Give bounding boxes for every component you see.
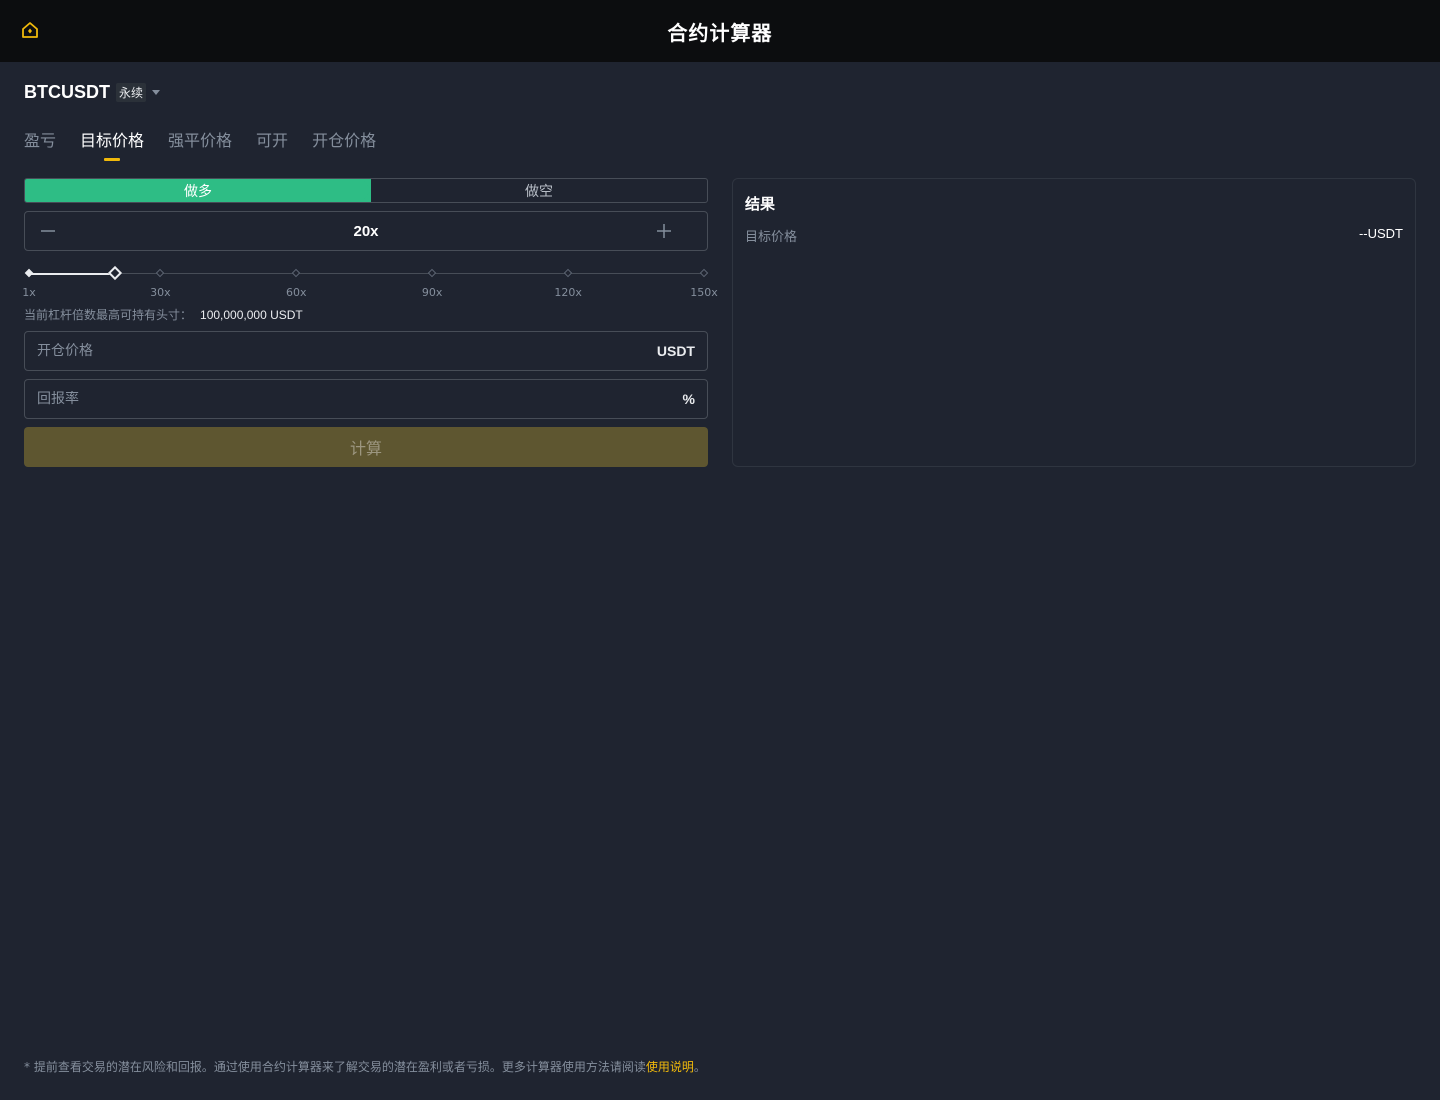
slider-tick[interactable] [156,268,165,278]
result-panel: 结果 目标价格 --USDT [732,178,1416,467]
long-button[interactable]: 做多 [25,179,371,202]
side-toggle: 做多 做空 [24,178,708,203]
contract-type-badge: 永续 [116,82,147,102]
leverage-stepper: 20x [24,211,708,251]
slider-tick-label: 120x [554,286,582,299]
tab-liquidation-price[interactable]: 强平价格 [168,128,232,164]
symbol-selector[interactable]: BTCUSDT 永续 [24,80,161,104]
slider-tick-label: 1x [22,286,36,299]
roe-unit: % [682,391,695,407]
slider-tick[interactable] [699,268,709,278]
slider-tick[interactable] [427,268,437,278]
long-button-arrow [362,179,371,202]
calculate-button[interactable]: 计算 [24,427,708,467]
slider-thumb[interactable] [107,265,123,281]
result-label: 目标价格 [745,230,798,245]
plus-icon[interactable] [655,222,673,240]
roe-field: % [24,379,708,419]
disclaimer-suffix: 。 [693,1060,706,1074]
roe-input[interactable] [37,391,683,407]
result-title: 结果 [745,195,776,213]
symbol-name[interactable]: BTCUSDT [24,82,110,103]
slider-tick[interactable] [292,268,301,278]
slider-tick-label: 60x [286,286,307,299]
max-position-label: 当前杠杆倍数最高可持有头寸： [24,308,193,322]
leverage-value[interactable]: 20x [353,223,378,240]
home-icon[interactable] [20,20,40,40]
slider-tick[interactable] [563,268,573,278]
tab-target-price[interactable]: 目标价格 [80,128,144,164]
max-position-info: 当前杠杆倍数最高可持有头寸： 100,000,000 USDT [24,306,303,323]
calculator-tabs: 盈亏 目标价格 强平价格 可开 开仓价格 [24,128,400,164]
max-position-value: 100,000,000 USDT [200,307,303,322]
slider-tick-label: 30x [150,286,171,299]
top-bar: 合约计算器 [0,0,1440,62]
short-button[interactable]: 做空 [371,179,707,202]
help-link[interactable]: 使用说明 [646,1060,694,1074]
entry-price-input[interactable] [37,343,657,359]
result-row: 目标价格 --USDT [745,226,1403,245]
result-value: --USDT [1358,226,1403,241]
tab-entry-price[interactable]: 开仓价格 [312,128,376,164]
page-title: 合约计算器 [667,20,773,45]
disclaimer: * 提前查看交易的潜在风险和回报。通过使用合约计算器来了解交易的潜在盈利或者亏损… [24,1058,706,1075]
tab-pnl[interactable]: 盈亏 [24,128,56,164]
tab-max-open[interactable]: 可开 [256,128,288,164]
slider-tick-label: 90x [421,286,443,299]
slider-tick-label: 150x [690,286,718,299]
disclaimer-text: * 提前查看交易的潜在风险和回报。通过使用合约计算器来了解交易的潜在盈利或者亏损… [24,1060,646,1074]
leverage-slider[interactable]: 1x 30x 60x 90x 120x 150x [22,262,718,302]
entry-price-unit: USDT [656,343,695,359]
minus-icon[interactable] [39,222,57,240]
slider-track[interactable] [29,273,704,274]
slider-fill [29,273,116,275]
caret-down-icon[interactable] [152,89,161,95]
entry-price-field: USDT [24,331,708,371]
slider-tick[interactable] [24,268,34,278]
